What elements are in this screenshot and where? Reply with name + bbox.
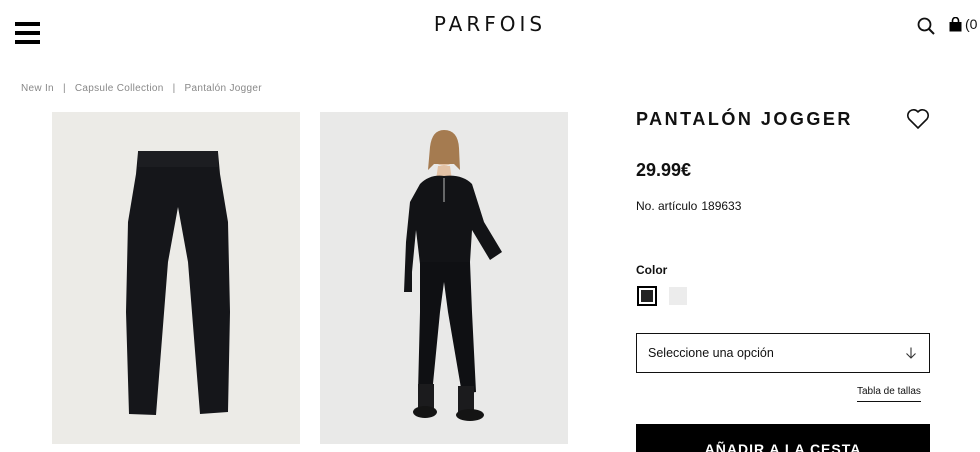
breadcrumb-item[interactable]: New In <box>21 83 54 94</box>
sku-value: 189633 <box>701 199 742 213</box>
product-title: PANTALÓN JOGGER <box>636 109 853 129</box>
product-sku: No. artículo 189633 <box>636 199 741 213</box>
breadcrumb: New In | Capsule Collection | Pantalón J… <box>21 83 262 94</box>
size-select-placeholder: Seleccione una opción <box>648 346 774 360</box>
brand-logo[interactable]: PARFOIS <box>0 12 980 36</box>
breadcrumb-separator: | <box>62 83 66 94</box>
breadcrumb-item[interactable]: Capsule Collection <box>75 83 164 94</box>
color-label: Color <box>636 263 668 277</box>
search-icon[interactable] <box>917 17 935 35</box>
breadcrumb-item[interactable]: Pantalón Jogger <box>185 83 262 94</box>
size-table-link[interactable]: Tabla de tallas <box>857 386 921 402</box>
add-to-cart-button[interactable]: AÑADIR A LA CESTA <box>636 424 930 452</box>
product-image-model[interactable] <box>320 112 568 444</box>
color-swatch-white[interactable] <box>669 287 687 305</box>
heart-icon[interactable] <box>906 108 930 130</box>
color-swatch-black[interactable] <box>637 286 657 306</box>
cart-button[interactable]: (0 <box>949 16 977 32</box>
product-price: 29.99€ <box>636 160 692 180</box>
shopping-bag-icon <box>949 16 962 31</box>
size-select[interactable]: Seleccione una opción <box>636 333 930 373</box>
product-image-flatlay[interactable] <box>52 112 300 444</box>
cart-count: (0 <box>965 16 978 32</box>
arrow-down-icon <box>906 347 916 359</box>
breadcrumb-separator: | <box>172 83 176 94</box>
sku-label: No. artículo <box>636 199 698 213</box>
